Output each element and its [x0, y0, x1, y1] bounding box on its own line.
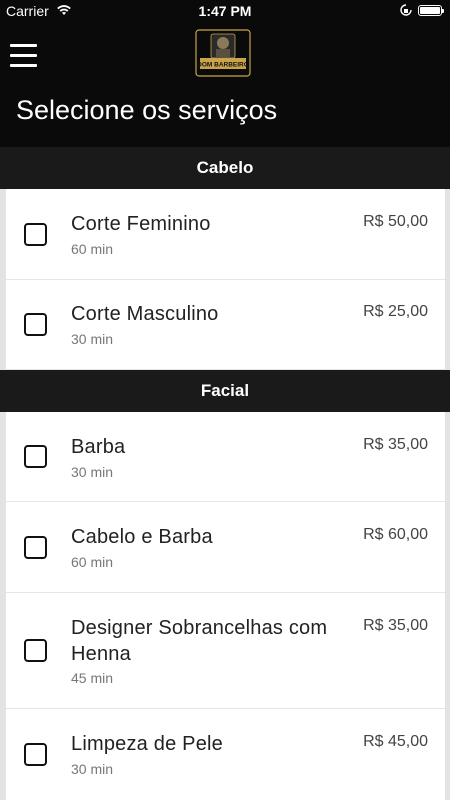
services-list-facial: Barba 30 min R$ 35,00 Cabelo e Barba 60 … [6, 412, 445, 800]
service-duration: 30 min [71, 331, 114, 347]
service-duration: 30 min [71, 761, 114, 777]
service-checkbox[interactable] [24, 536, 47, 559]
service-price: R$ 50,00 [363, 213, 428, 230]
hamburger-menu-icon [10, 44, 37, 47]
service-name: Corte Feminino [71, 213, 211, 235]
battery-icon [418, 5, 444, 16]
barbershop-logo-icon: DOM BARBEIRO [195, 29, 251, 77]
service-name: Designer Sobrancelhas com Henna [71, 617, 328, 665]
logo-text: DOM BARBEIRO [197, 62, 249, 69]
section-header-facial: Facial [0, 370, 450, 412]
service-duration: 60 min [71, 241, 114, 257]
service-checkbox[interactable] [24, 445, 47, 468]
service-checkbox[interactable] [24, 639, 47, 662]
service-price: R$ 35,00 [363, 617, 428, 634]
rotation-lock-icon [400, 4, 412, 16]
service-item[interactable]: Corte Masculino 30 min R$ 25,00 [6, 280, 445, 369]
service-name: Corte Masculino [71, 303, 219, 325]
menu-button[interactable] [10, 44, 38, 68]
service-price: R$ 35,00 [363, 436, 428, 453]
service-name: Barba [71, 436, 126, 458]
service-duration: 30 min [71, 464, 114, 480]
navigation-bar: DOM BARBEIRO Selecione os serviços [0, 22, 450, 147]
services-list-cabelo: Corte Feminino 60 min R$ 50,00 Corte Mas… [6, 189, 445, 369]
service-name: Cabelo e Barba [71, 526, 213, 548]
service-item[interactable]: Cabelo e Barba 60 min R$ 60,00 [6, 502, 445, 593]
service-checkbox[interactable] [24, 743, 47, 766]
service-name: Limpeza de Pele [71, 733, 223, 755]
service-checkbox[interactable] [24, 313, 47, 336]
service-price: R$ 60,00 [363, 526, 428, 543]
service-item[interactable]: Corte Feminino 60 min R$ 50,00 [6, 189, 445, 280]
service-item[interactable]: Limpeza de Pele 30 min R$ 45,00 [6, 709, 445, 800]
service-duration: 45 min [71, 670, 114, 686]
service-price: R$ 25,00 [363, 303, 428, 320]
service-item[interactable]: Designer Sobrancelhas com Henna 45 min R… [6, 593, 445, 709]
page-title: Selecione os serviços [16, 95, 278, 125]
status-bar: Carrier 1:47 PM [0, 0, 450, 22]
service-price: R$ 45,00 [363, 733, 428, 750]
service-checkbox[interactable] [24, 223, 47, 246]
service-duration: 60 min [71, 554, 114, 570]
service-item[interactable]: Barba 30 min R$ 35,00 [6, 412, 445, 502]
clock: 1:47 PM [198, 3, 252, 19]
section-header-cabelo: Cabelo [0, 147, 450, 189]
